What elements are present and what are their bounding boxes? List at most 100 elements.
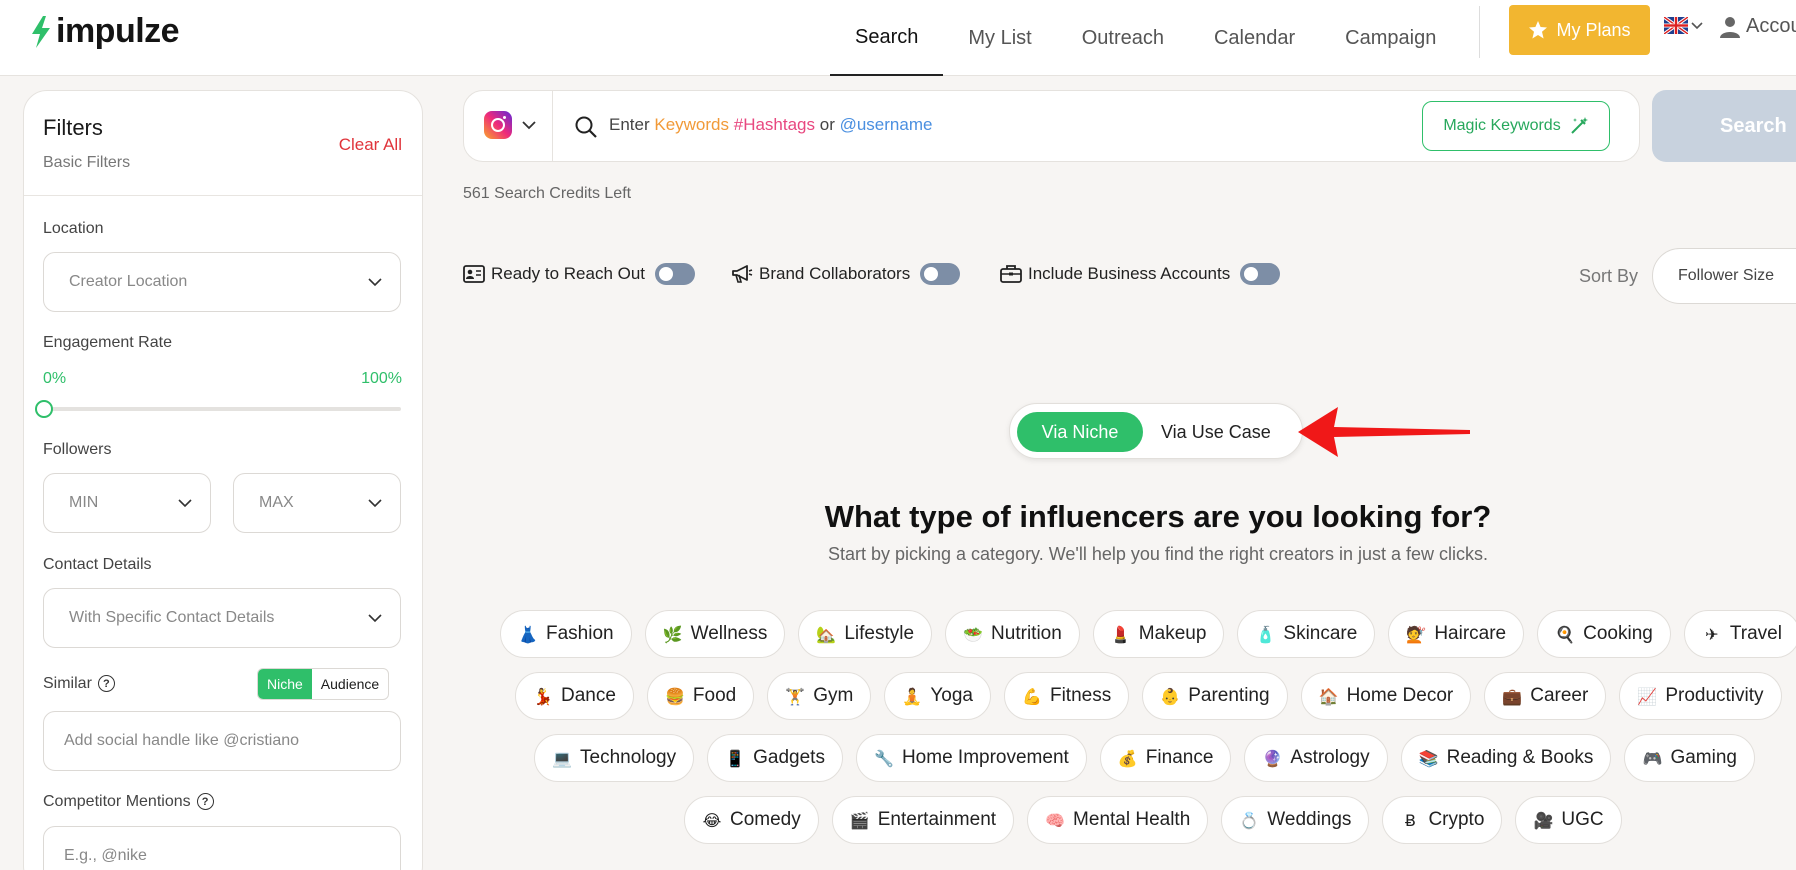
category-chip-technology[interactable]: 💻 Technology bbox=[534, 734, 695, 782]
placeholder-prefix: Enter bbox=[609, 115, 655, 134]
category-row: 💻 Technology 📱 Gadgets 🔧 Home Improvement 💰 Fin… bbox=[534, 734, 1755, 782]
category-chip-food[interactable]: 🍔 Food bbox=[646, 672, 755, 720]
category-chip-makeup[interactable]: 💄 Makeup bbox=[1092, 610, 1225, 658]
category-chip-productivity[interactable]: 📈 Productivity bbox=[1619, 672, 1782, 720]
search-icon bbox=[575, 116, 597, 138]
brand-collaborators-toggle[interactable]: Brand Collaborators bbox=[731, 263, 961, 285]
category-chip-fashion[interactable]: 👗 Fashion bbox=[500, 610, 632, 658]
platform-selector[interactable] bbox=[484, 111, 536, 139]
nav-search[interactable]: Search bbox=[830, 0, 944, 76]
dance-icon: 💃 bbox=[533, 686, 553, 706]
category-chip-gym[interactable]: 🏋 Gym bbox=[767, 672, 872, 720]
category-chip-gadgets[interactable]: 📱 Gadgets bbox=[707, 734, 843, 782]
business-accounts-toggle[interactable]: Include Business Accounts bbox=[1000, 263, 1281, 285]
category-chip-skincare[interactable]: 🧴 Skincare bbox=[1237, 610, 1376, 658]
category-chip-comedy[interactable]: 😂 Comedy bbox=[684, 796, 819, 844]
category-chip-home-improvement[interactable]: 🔧 Home Improvement bbox=[855, 734, 1087, 782]
category-chip-haircare[interactable]: 💇 Haircare bbox=[1388, 610, 1525, 658]
engagement-slider-track[interactable] bbox=[43, 407, 401, 411]
location-placeholder: Creator Location bbox=[69, 273, 188, 290]
category-chip-fitness[interactable]: 💪 Fitness bbox=[1003, 672, 1130, 720]
category-chip-career[interactable]: 💼 Career bbox=[1484, 672, 1607, 720]
mental-health-icon: 🧠 bbox=[1045, 810, 1065, 830]
magic-keywords-button[interactable]: Magic Keywords bbox=[1422, 101, 1610, 151]
toggle-switch[interactable] bbox=[655, 263, 696, 285]
niche-option[interactable]: Niche bbox=[258, 669, 312, 699]
category-chip-entertainment[interactable]: 🎬 Entertainment bbox=[831, 796, 1015, 844]
category-chip-yoga[interactable]: 🧘 Yoga bbox=[884, 672, 991, 720]
help-icon[interactable]: ? bbox=[196, 793, 214, 811]
category-label: Astrology bbox=[1290, 747, 1370, 768]
followers-min-dropdown[interactable]: MIN bbox=[43, 473, 211, 533]
category-chip-nutrition[interactable]: 🥗 Nutrition bbox=[945, 610, 1080, 658]
similar-handle-input[interactable]: Add social handle like @cristiano bbox=[43, 711, 401, 771]
category-chip-lifestyle[interactable]: 🏡 Lifestyle bbox=[798, 610, 933, 658]
fashion-icon: 👗 bbox=[518, 624, 538, 644]
creator-location-dropdown[interactable]: Creator Location bbox=[43, 252, 401, 312]
followers-max-dropdown[interactable]: MAX bbox=[233, 473, 401, 533]
category-chip-travel[interactable]: ✈ Travel bbox=[1683, 610, 1796, 658]
contact-details-placeholder: With Specific Contact Details bbox=[69, 609, 275, 626]
category-chip-crypto[interactable]: Ƀ Crypto bbox=[1382, 796, 1503, 844]
category-chip-parenting[interactable]: 👶 Parenting bbox=[1142, 672, 1288, 720]
via-niche-tab[interactable]: Via Niche bbox=[1017, 412, 1143, 452]
my-plans-button[interactable]: My Plans bbox=[1509, 5, 1650, 55]
hero-title: What type of influencers are you looking… bbox=[824, 499, 1492, 534]
toggle-switch[interactable] bbox=[920, 263, 961, 285]
sort-value: Follower Size bbox=[1678, 267, 1775, 284]
category-label: Home Decor bbox=[1346, 685, 1454, 706]
category-chip-weddings[interactable]: 💍 Weddings bbox=[1221, 796, 1370, 844]
astrology-icon: 🔮 bbox=[1262, 748, 1283, 768]
category-chip-wellness[interactable]: 🌿 Wellness bbox=[644, 610, 786, 658]
via-use-case-tab[interactable]: Via Use Case bbox=[1161, 412, 1271, 452]
followers-label: Followers bbox=[43, 441, 112, 458]
search-button[interactable]: Search bbox=[1652, 90, 1796, 162]
category-chip-home-decor[interactable]: 🏠 Home Decor bbox=[1300, 672, 1472, 720]
chevron-down-icon bbox=[368, 498, 382, 507]
logo-text: impulze bbox=[56, 12, 180, 50]
top-navigation-bar: impulze Search My List Outreach Calendar… bbox=[0, 0, 1796, 76]
search-bar: Enter Keywords #Hashtags or @username Ma… bbox=[463, 90, 1640, 162]
category-chip-finance[interactable]: 💰 Finance bbox=[1099, 734, 1232, 782]
category-label: Lifestyle bbox=[844, 623, 915, 644]
travel-icon: ✈ bbox=[1705, 624, 1719, 644]
nav-calendar[interactable]: Calendar bbox=[1189, 0, 1320, 76]
search-input[interactable]: Enter Keywords #Hashtags or @username bbox=[609, 115, 932, 135]
magic-wand-icon bbox=[1570, 117, 1588, 134]
category-row: 💃 Dance 🍔 Food 🏋 Gym 🧘 Yoga 💪 Fitness 👶 Parenting 🏠 H… bbox=[515, 672, 1782, 720]
category-chip-ugc[interactable]: 🎥 UGC bbox=[1515, 796, 1622, 844]
category-label: Yoga bbox=[930, 685, 973, 706]
user-icon bbox=[1720, 16, 1740, 38]
placeholder-or: or bbox=[815, 115, 840, 134]
category-chip-cooking[interactable]: 🍳 Cooking bbox=[1537, 610, 1671, 658]
contact-details-dropdown[interactable]: With Specific Contact Details bbox=[43, 588, 401, 648]
audience-option[interactable]: Audience bbox=[312, 669, 388, 699]
category-label: Haircare bbox=[1434, 623, 1507, 644]
engagement-slider-handle[interactable] bbox=[35, 400, 53, 418]
chevron-down-icon bbox=[368, 613, 382, 622]
nav-my-list[interactable]: My List bbox=[943, 0, 1056, 76]
skincare-icon: 🧴 bbox=[1255, 624, 1276, 644]
nav-campaign[interactable]: Campaign bbox=[1320, 0, 1461, 76]
category-chip-reading-and-books[interactable]: 📚 Reading & Books bbox=[1400, 734, 1612, 782]
impulze-logo[interactable]: impulze bbox=[30, 12, 180, 51]
account-menu[interactable]: Account bbox=[1720, 15, 1796, 38]
toggle-switch[interactable] bbox=[1240, 263, 1281, 285]
competitor-placeholder: E.g., @nike bbox=[64, 847, 147, 864]
language-selector[interactable] bbox=[1664, 17, 1703, 34]
yoga-icon: 🧘 bbox=[902, 686, 923, 706]
help-icon[interactable]: ? bbox=[97, 675, 115, 693]
parenting-icon: 👶 bbox=[1160, 686, 1181, 706]
bolt-icon bbox=[32, 15, 50, 48]
category-chip-dance[interactable]: 💃 Dance bbox=[515, 672, 634, 720]
category-chip-mental-health[interactable]: 🧠 Mental Health bbox=[1027, 796, 1209, 844]
category-chip-astrology[interactable]: 🔮 Astrology bbox=[1244, 734, 1388, 782]
sort-by-dropdown[interactable]: Follower Size bbox=[1652, 248, 1796, 304]
competitor-mentions-input[interactable]: E.g., @nike bbox=[43, 826, 401, 870]
productivity-icon: 📈 bbox=[1637, 686, 1658, 706]
ready-to-reach-out-toggle[interactable]: Ready to Reach Out bbox=[463, 263, 696, 285]
clear-all-button[interactable]: Clear All bbox=[339, 135, 402, 155]
category-chip-gaming[interactable]: 🎮 Gaming bbox=[1624, 734, 1755, 782]
followers-min-text: MIN bbox=[69, 494, 99, 511]
nav-outreach[interactable]: Outreach bbox=[1057, 0, 1189, 76]
